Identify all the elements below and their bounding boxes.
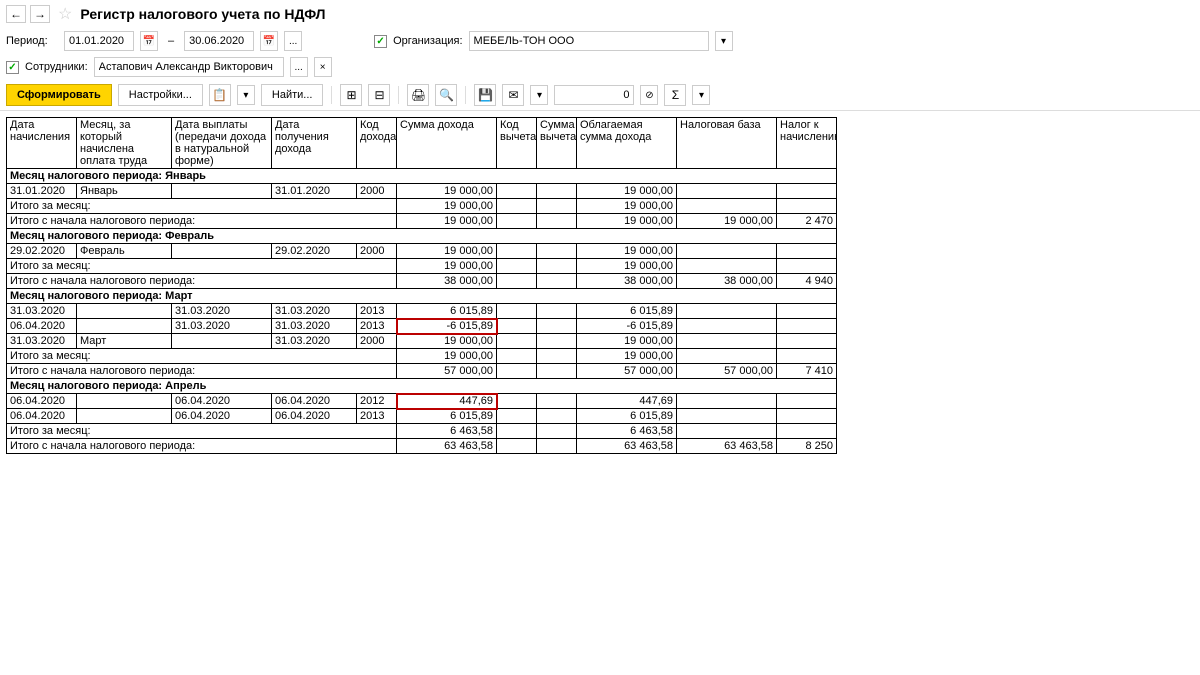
variant-dropdown[interactable]: ▾: [237, 85, 255, 105]
sum-input[interactable]: [554, 85, 634, 105]
col-dedcode: Код вычета: [497, 118, 537, 169]
mail-dropdown[interactable]: ▾: [530, 85, 548, 105]
form-button[interactable]: Сформировать: [6, 84, 112, 106]
forward-button[interactable]: →: [30, 5, 50, 23]
table-row: 29.02.2020Февраль29.02.2020200019 000,00…: [7, 244, 837, 259]
org-dropdown-button[interactable]: ▾: [715, 31, 733, 51]
table-row: 31.01.2020Январь31.01.2020200019 000,001…: [7, 184, 837, 199]
section-mar: Месяц налогового периода: Март: [7, 289, 837, 304]
calendar-to-icon[interactable]: 📅: [260, 31, 278, 51]
mail-icon[interactable]: ✉: [502, 84, 524, 106]
period-label: Период:: [6, 35, 58, 47]
col-taxable: Облагаемая сумма дохода: [577, 118, 677, 169]
employee-more-button[interactable]: ...: [290, 57, 308, 77]
sigma-icon[interactable]: Σ: [664, 84, 686, 106]
table-row: Итого за месяц:6 463,586 463,58: [7, 424, 837, 439]
table-row: 06.04.202006.04.202006.04.20202012447,69…: [7, 394, 837, 409]
employee-label: Сотрудники:: [25, 61, 88, 73]
section-apr: Месяц налогового периода: Апрель: [7, 379, 837, 394]
settings-button[interactable]: Настройки...: [118, 84, 203, 106]
table-row: Итого за месяц:19 000,0019 000,00: [7, 199, 837, 214]
find-button[interactable]: Найти...: [261, 84, 324, 106]
collapse-icon[interactable]: ⊟: [368, 84, 390, 106]
favorite-icon[interactable]: ☆: [58, 4, 72, 24]
org-input[interactable]: [469, 31, 709, 51]
section-jan: Месяц налогового периода: Январь: [7, 169, 837, 184]
table-row: Итого с начала налогового периода:19 000…: [7, 214, 837, 229]
print-icon[interactable]: 🖨: [407, 84, 429, 106]
employee-input[interactable]: [94, 57, 284, 77]
preview-icon[interactable]: 🔍: [435, 84, 457, 106]
table-row: 31.03.202031.03.202031.03.202020136 015,…: [7, 304, 837, 319]
col-dedsum: Сумма вычета: [537, 118, 577, 169]
col-date: Дата начисления: [7, 118, 77, 169]
page-title: Регистр налогового учета по НДФЛ: [80, 6, 325, 22]
col-sum: Сумма дохода: [397, 118, 497, 169]
period-more-button[interactable]: ...: [284, 31, 302, 51]
highlighted-cell: -6 015,89: [397, 319, 497, 334]
col-tax: Налог к начислению: [777, 118, 837, 169]
col-code: Код дохода: [357, 118, 397, 169]
table-row: Итого за месяц:19 000,0019 000,00: [7, 259, 837, 274]
highlighted-cell: 447,69: [397, 394, 497, 409]
table-row: Итого с начала налогового периода:57 000…: [7, 364, 837, 379]
col-recvdate: Дата получения дохода: [272, 118, 357, 169]
back-button[interactable]: ←: [6, 5, 26, 23]
report-table: Дата начисления Месяц, за который начисл…: [6, 117, 837, 454]
calendar-from-icon[interactable]: 📅: [140, 31, 158, 51]
dash: –: [168, 35, 174, 47]
employee-checkbox[interactable]: [6, 61, 19, 74]
col-paydate: Дата выплаты (передачи дохода в натураль…: [172, 118, 272, 169]
save-icon[interactable]: 💾: [474, 84, 496, 106]
table-row: Итого за месяц:19 000,0019 000,00: [7, 349, 837, 364]
col-month: Месяц, за который начислена оплата труда: [77, 118, 172, 169]
variant-icon[interactable]: 📋: [209, 84, 231, 106]
sigma-dropdown[interactable]: ▾: [692, 85, 710, 105]
col-base: Налоговая база: [677, 118, 777, 169]
sum-clear[interactable]: ⊘: [640, 85, 658, 105]
table-row: 31.03.2020Март31.03.2020200019 000,0019 …: [7, 334, 837, 349]
table-row: 06.04.202031.03.202031.03.20202013-6 015…: [7, 319, 837, 334]
table-row: 06.04.202006.04.202006.04.202020136 015,…: [7, 409, 837, 424]
period-from-input[interactable]: [64, 31, 134, 51]
expand-icon[interactable]: ⊞: [340, 84, 362, 106]
table-row: Итого с начала налогового периода:63 463…: [7, 439, 837, 454]
section-feb: Месяц налогового периода: Февраль: [7, 229, 837, 244]
table-row: Итого с начала налогового периода:38 000…: [7, 274, 837, 289]
org-checkbox[interactable]: [374, 35, 387, 48]
employee-clear-button[interactable]: ×: [314, 57, 332, 77]
period-to-input[interactable]: [184, 31, 254, 51]
org-label: Организация:: [393, 35, 462, 47]
